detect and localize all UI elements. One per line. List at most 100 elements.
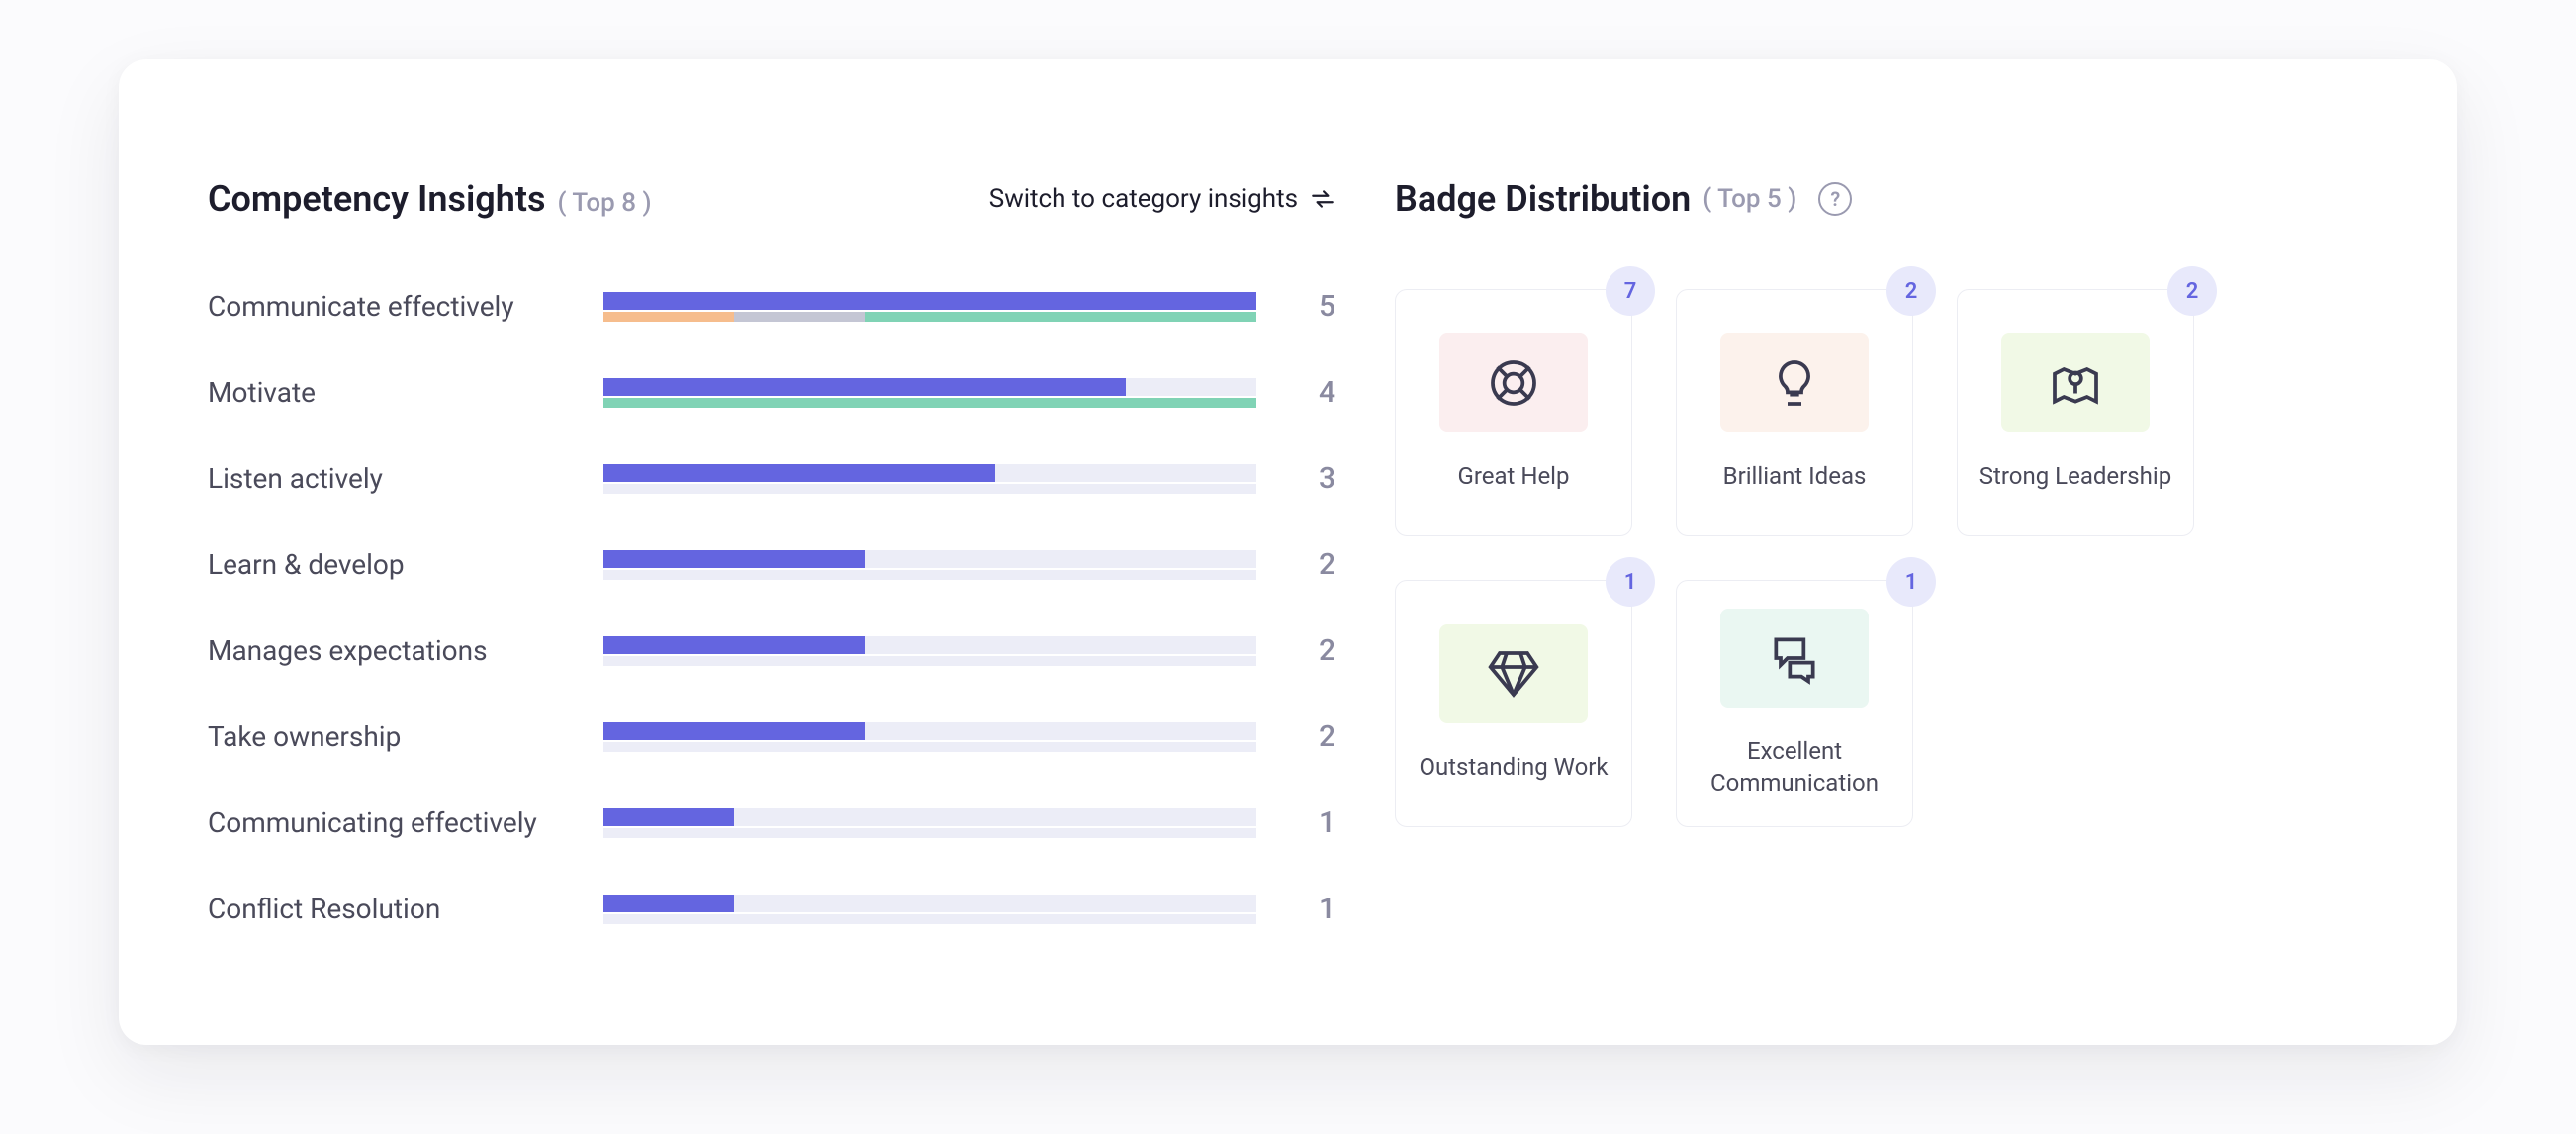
switch-insights-button[interactable]: Switch to category insights — [989, 184, 1335, 214]
competency-bars — [603, 550, 1256, 580]
competency-bar-sub — [603, 656, 1256, 666]
competency-bars — [603, 378, 1256, 408]
competency-sub-segment — [734, 312, 865, 322]
badge-icon-wrap — [1720, 333, 1869, 432]
competency-label: Communicate effectively — [208, 290, 564, 323]
competency-bar-main — [603, 895, 1256, 912]
badge-label: Great Help — [1457, 460, 1569, 492]
badge-subtitle: ( Top 5 ) — [1702, 184, 1796, 214]
swap-icon — [1310, 186, 1335, 212]
competency-bar-fill — [603, 895, 734, 912]
switch-label: Switch to category insights — [989, 184, 1298, 214]
insights-card: Competency Insights ( Top 8 ) Switch to … — [119, 59, 2457, 1045]
competency-bar-main — [603, 550, 1256, 568]
badge-icon-wrap — [1720, 609, 1869, 708]
competency-row: Listen actively 3 — [208, 461, 1335, 496]
competency-sub-segment — [603, 398, 1256, 408]
competency-subtitle: ( Top 8 ) — [557, 188, 651, 218]
badge-label: Brilliant Ideas — [1723, 460, 1867, 492]
competency-count: 5 — [1296, 289, 1335, 324]
competency-title-group: Competency Insights ( Top 8 ) — [208, 178, 652, 220]
competency-row: Learn & develop 2 — [208, 547, 1335, 582]
competency-label: Manages expectations — [208, 634, 564, 667]
badge-count: 2 — [1886, 266, 1936, 316]
competency-count: 2 — [1296, 547, 1335, 582]
badge-label: Outstanding Work — [1419, 751, 1608, 783]
competency-bar-sub — [603, 570, 1256, 580]
competency-sub-segment — [865, 312, 1256, 322]
badge-card[interactable]: 2Brilliant Ideas — [1676, 289, 1913, 536]
badge-icon-wrap — [1439, 624, 1588, 723]
competency-bar-fill — [603, 808, 734, 826]
competency-bar-main — [603, 722, 1256, 740]
competency-header: Competency Insights ( Top 8 ) Switch to … — [208, 178, 1335, 220]
competency-bars — [603, 636, 1256, 666]
competency-label: Learn & develop — [208, 548, 564, 581]
competency-title: Competency Insights — [208, 178, 545, 220]
competency-row: Communicate effectively 5 — [208, 289, 1335, 324]
badge-header: Badge Distribution ( Top 5 ) ? — [1395, 178, 2339, 220]
competency-row: Take ownership 2 — [208, 719, 1335, 754]
chat-icon — [1767, 630, 1822, 686]
competency-count: 3 — [1296, 461, 1335, 496]
competency-panel: Competency Insights ( Top 8 ) Switch to … — [208, 178, 1335, 926]
competency-bar-main — [603, 636, 1256, 654]
competency-bar-sub — [603, 742, 1256, 752]
competency-bar-fill — [603, 292, 1256, 310]
competency-row: Communicating effectively 1 — [208, 805, 1335, 840]
competency-bars — [603, 292, 1256, 322]
competency-row: Conflict Resolution 1 — [208, 892, 1335, 926]
badge-count: 7 — [1606, 266, 1655, 316]
lifebuoy-icon — [1486, 355, 1541, 411]
map-pin-icon — [2048, 355, 2103, 411]
badge-card[interactable]: 2Strong Leadership — [1957, 289, 2194, 536]
competency-bar-main — [603, 378, 1256, 396]
bulb-icon — [1767, 355, 1822, 411]
competency-bar-sub — [603, 312, 1256, 322]
badge-count: 1 — [1886, 557, 1936, 607]
competency-list: Communicate effectively 5 Motivate 4 Listen … — [208, 289, 1335, 926]
competency-bar-fill — [603, 464, 995, 482]
competency-count: 1 — [1296, 892, 1335, 926]
competency-count: 4 — [1296, 375, 1335, 410]
competency-bar-main — [603, 808, 1256, 826]
competency-label: Listen actively — [208, 462, 564, 495]
competency-label: Conflict Resolution — [208, 893, 564, 925]
competency-bar-fill — [603, 378, 1126, 396]
competency-count: 1 — [1296, 805, 1335, 840]
competency-bars — [603, 722, 1256, 752]
badge-panel: Badge Distribution ( Top 5 ) ? 7Great He… — [1395, 178, 2339, 926]
badge-icon-wrap — [1439, 333, 1588, 432]
competency-bars — [603, 808, 1256, 838]
competency-bar-sub — [603, 398, 1256, 408]
competency-bar-main — [603, 292, 1256, 310]
competency-label: Motivate — [208, 376, 564, 409]
badge-card[interactable]: 7Great Help — [1395, 289, 1632, 536]
competency-bar-main — [603, 464, 1256, 482]
competency-bar-sub — [603, 484, 1256, 494]
badge-count: 2 — [2167, 266, 2217, 316]
competency-row: Manages expectations 2 — [208, 633, 1335, 668]
badge-count: 1 — [1606, 557, 1655, 607]
competency-bars — [603, 464, 1256, 494]
badge-title: Badge Distribution — [1395, 178, 1691, 220]
competency-count: 2 — [1296, 633, 1335, 668]
competency-bar-sub — [603, 828, 1256, 838]
competency-bar-fill — [603, 636, 865, 654]
competency-bar-fill — [603, 550, 865, 568]
badge-grid: 7Great Help2Brilliant Ideas2Strong Leade… — [1395, 289, 2339, 827]
competency-sub-segment — [603, 312, 734, 322]
badge-label: Strong Leadership — [1979, 460, 2171, 492]
badge-label: Excellent Communication — [1697, 735, 1892, 800]
competency-bar-sub — [603, 914, 1256, 924]
competency-bar-fill — [603, 722, 865, 740]
badge-card[interactable]: 1Excellent Communication — [1676, 580, 1913, 827]
competency-count: 2 — [1296, 719, 1335, 754]
competency-label: Take ownership — [208, 720, 564, 753]
competency-row: Motivate 4 — [208, 375, 1335, 410]
help-icon[interactable]: ? — [1818, 182, 1852, 216]
diamond-icon — [1486, 646, 1541, 702]
competency-bars — [603, 895, 1256, 924]
competency-label: Communicating effectively — [208, 806, 564, 839]
badge-card[interactable]: 1Outstanding Work — [1395, 580, 1632, 827]
